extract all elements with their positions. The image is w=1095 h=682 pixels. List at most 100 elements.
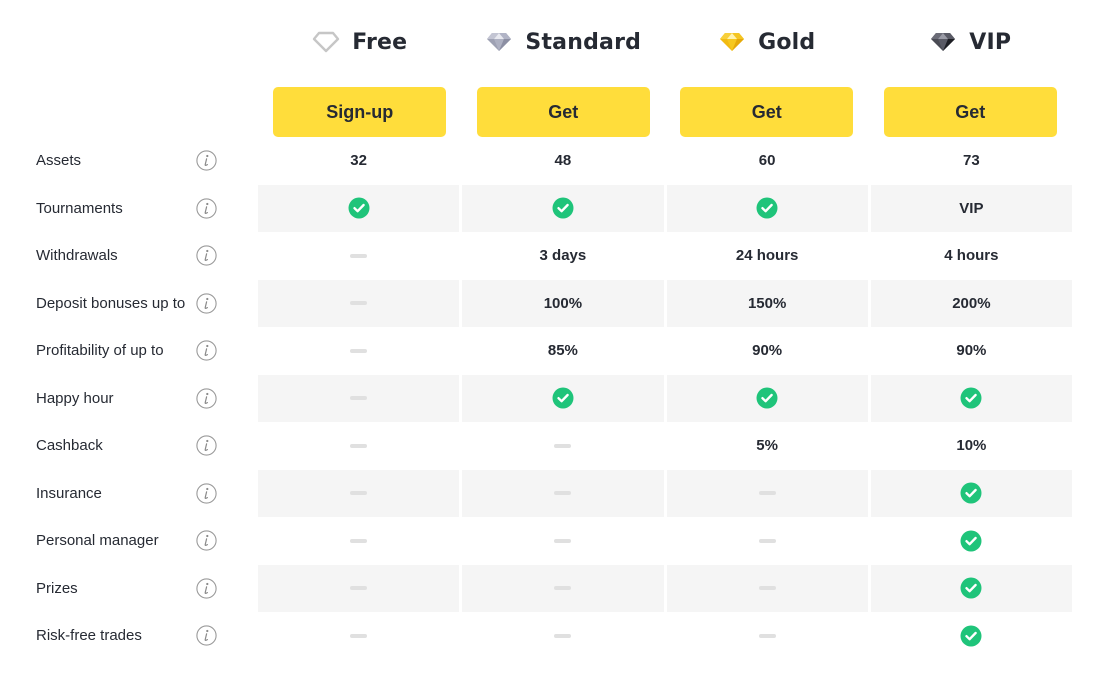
- plan-name: Gold: [758, 29, 816, 55]
- info-icon[interactable]: [196, 530, 217, 551]
- plan-name: Standard: [525, 29, 642, 55]
- cell-gold: 90%: [667, 327, 868, 375]
- info-icon[interactable]: [196, 292, 217, 314]
- plans-header: Free Standard Gold VIP: [258, 22, 1072, 62]
- cell-standard: [462, 517, 663, 565]
- cell-standard: [462, 184, 664, 232]
- get-vip-button[interactable]: Get: [883, 87, 1057, 137]
- info-icon[interactable]: [196, 245, 217, 266]
- gold-diamond-icon: [720, 33, 745, 51]
- cell-standard: 85%: [462, 327, 663, 375]
- cell-gold: 24 hours: [667, 232, 868, 280]
- cell-vip: [870, 564, 1072, 612]
- get-gold-button[interactable]: Get: [680, 87, 854, 137]
- plan-header-gold: Gold: [665, 22, 869, 62]
- plan-name: VIP: [969, 29, 1012, 55]
- cell-vip: 73: [871, 137, 1072, 185]
- feature-label: Deposit bonuses up to: [36, 294, 186, 312]
- not-included-dash: [350, 491, 368, 496]
- not-included-dash: [554, 586, 572, 591]
- cell-free: [258, 612, 459, 660]
- black-diamond-icon: [931, 33, 956, 51]
- cell-value: 150%: [747, 294, 787, 312]
- cell-vip: [870, 374, 1072, 422]
- cell-free: [258, 517, 459, 565]
- diamond-outline-icon: [312, 31, 340, 53]
- cell-vip: [871, 612, 1072, 660]
- cell-value: 4 hours: [944, 247, 999, 265]
- cell-value: 200%: [952, 294, 991, 312]
- not-included-dash: [350, 253, 368, 258]
- cell-gold: 60: [667, 137, 868, 185]
- cell-gold: [666, 469, 868, 517]
- cell-standard: [462, 564, 664, 612]
- check-icon: [552, 387, 574, 409]
- feature-label: Prizes: [36, 579, 78, 597]
- cell-free: [258, 374, 460, 422]
- cell-free: [258, 422, 459, 470]
- cell-value: 5%: [756, 437, 778, 455]
- not-included-dash: [554, 538, 572, 543]
- cell-vip: 200%: [870, 279, 1072, 327]
- not-included-dash: [758, 538, 776, 543]
- cell-free: [258, 327, 459, 375]
- info-icon[interactable]: [196, 625, 217, 646]
- not-included-dash: [758, 491, 776, 496]
- not-included-dash: [554, 443, 572, 448]
- plan-actions: Sign-up Get Get Get: [258, 87, 1072, 137]
- plan-header-free: Free: [258, 22, 462, 62]
- cell-gold: [666, 184, 868, 232]
- cell-value: 90%: [752, 342, 783, 360]
- cell-vip: VIP: [870, 184, 1072, 232]
- info-icon[interactable]: [196, 435, 217, 456]
- cell-value: VIP: [959, 199, 984, 217]
- not-included-dash: [350, 538, 368, 543]
- cell-standard: [462, 374, 664, 422]
- feature-row: Assets 32 48 60 73: [0, 137, 1095, 185]
- feature-row: Tournaments VIP: [0, 184, 1095, 232]
- info-icon[interactable]: [196, 387, 217, 409]
- cell-standard: 3 days: [462, 232, 663, 280]
- cell-value: 90%: [956, 342, 987, 360]
- cell-standard: [462, 422, 663, 470]
- not-included-dash: [350, 348, 368, 353]
- check-icon: [756, 197, 778, 219]
- not-included-dash: [758, 633, 776, 638]
- not-included-dash: [350, 301, 368, 306]
- feature-label: Profitability of up to: [36, 342, 164, 359]
- info-icon[interactable]: [196, 340, 217, 361]
- feature-label: Assets: [36, 152, 82, 169]
- check-icon: [348, 197, 370, 219]
- cell-gold: [667, 612, 868, 660]
- cell-value: 24 hours: [735, 247, 799, 265]
- cell-standard: [462, 612, 663, 660]
- cell-vip: [871, 517, 1072, 565]
- cell-gold: [667, 517, 868, 565]
- not-included-dash: [350, 586, 368, 591]
- get-standard-button[interactable]: Get: [476, 87, 650, 137]
- check-icon: [756, 387, 778, 409]
- info-icon[interactable]: [196, 150, 217, 171]
- cell-value: 10%: [956, 437, 987, 455]
- cell-standard: [462, 469, 664, 517]
- feature-row: Risk-free trades: [0, 612, 1095, 660]
- feature-label: Personal manager: [36, 532, 159, 549]
- feature-label: Insurance: [36, 484, 102, 502]
- cell-free: [258, 184, 460, 232]
- not-included-dash: [554, 491, 572, 496]
- feature-row: Deposit bonuses up to 100% 150% 200%: [0, 279, 1095, 327]
- plan-name: Free: [352, 29, 408, 55]
- sign-up-button[interactable]: Sign-up: [273, 87, 447, 137]
- silver-diamond-icon: [487, 33, 512, 51]
- cell-vip: [870, 469, 1072, 517]
- info-icon[interactable]: [196, 482, 217, 504]
- feature-label: Tournaments: [36, 199, 123, 217]
- info-icon[interactable]: [196, 577, 217, 599]
- cell-gold: 5%: [667, 422, 868, 470]
- cell-free: [258, 564, 460, 612]
- cell-value: 100%: [543, 294, 583, 312]
- cell-value: 48: [554, 152, 572, 170]
- info-icon[interactable]: [196, 197, 217, 219]
- feature-label: Withdrawals: [36, 247, 118, 264]
- feature-label: Happy hour: [36, 389, 114, 407]
